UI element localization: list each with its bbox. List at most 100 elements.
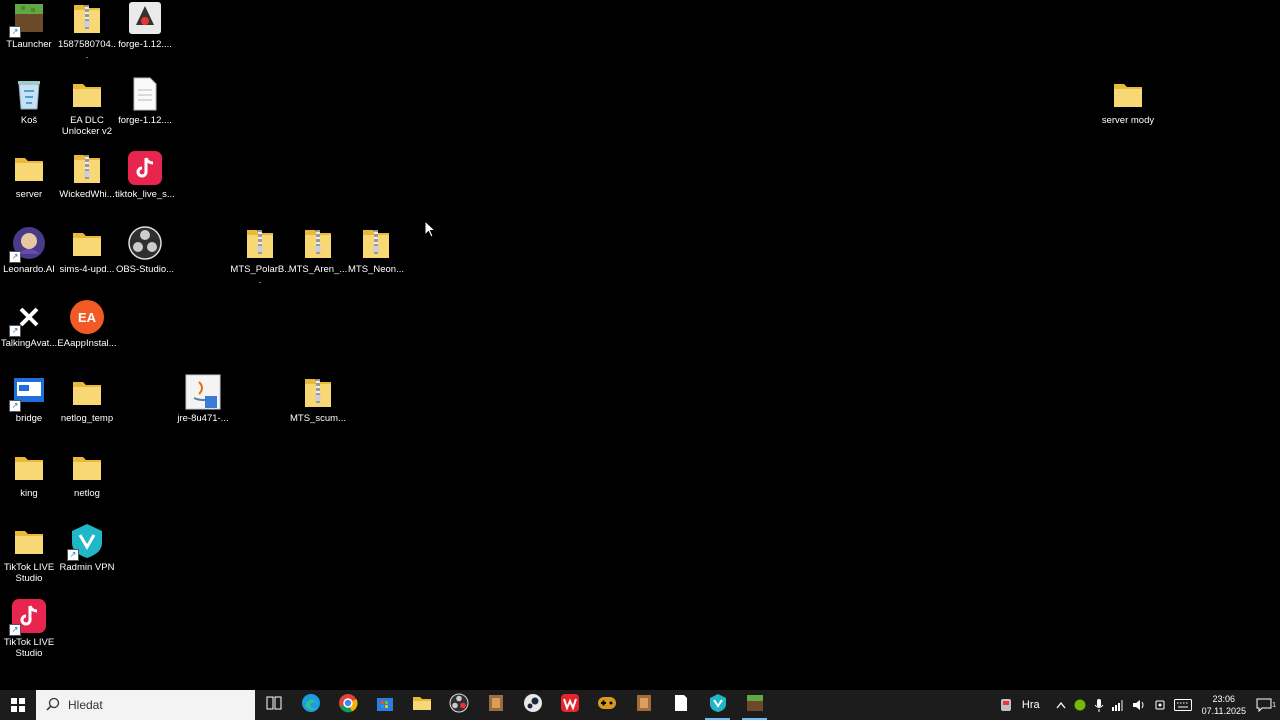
desktop-icon-label: netlog_temp bbox=[60, 413, 114, 424]
taskbar-search[interactable]: Hledat bbox=[36, 690, 255, 720]
game-bar-icon[interactable] bbox=[996, 698, 1016, 712]
taskbar-app[interactable] bbox=[625, 690, 662, 720]
desktop-icon[interactable]: EA EAappInstal... bbox=[57, 299, 117, 349]
network-icon[interactable] bbox=[1108, 699, 1128, 711]
folder-icon bbox=[69, 374, 105, 410]
desktop-icon[interactable]: TikTok LIVE Studio bbox=[0, 523, 58, 584]
folder-icon bbox=[1110, 76, 1146, 112]
desktop-icon-label: server mody bbox=[1101, 115, 1155, 126]
desktop-icon[interactable]: 1587580704... bbox=[58, 0, 116, 61]
desktop-icon[interactable]: netlog bbox=[58, 449, 116, 499]
taskbar-app[interactable] bbox=[514, 690, 551, 720]
taskbar-app[interactable] bbox=[440, 690, 477, 720]
desktop-icon[interactable]: MTS_Neon... bbox=[347, 225, 405, 275]
notification-center-icon[interactable]: 1 bbox=[1252, 698, 1280, 712]
battery-saver-icon[interactable] bbox=[1150, 699, 1170, 711]
desktop-icon-label: 1587580704... bbox=[57, 39, 117, 61]
system-tray: Hra 23:06 07.11.2025 1 bbox=[996, 690, 1280, 720]
folder-icon bbox=[11, 449, 47, 485]
taskbar-app[interactable] bbox=[292, 690, 329, 720]
taskbar-app[interactable] bbox=[329, 690, 366, 720]
zip-icon bbox=[242, 225, 278, 261]
desktop-icon[interactable]: sims-4-upd... bbox=[58, 225, 116, 275]
desktop-icon-label: Koš bbox=[20, 115, 38, 126]
desktop-icon[interactable]: netlog_temp bbox=[58, 374, 116, 424]
nvidia-icon[interactable] bbox=[1070, 699, 1090, 711]
desktop-icon-label: bridge bbox=[15, 413, 43, 424]
folder-icon bbox=[11, 523, 47, 559]
store-icon bbox=[376, 694, 394, 717]
desktop-icon-label: EA DLC Unlocker v2 bbox=[61, 115, 113, 137]
java-icon bbox=[127, 0, 163, 36]
microphone-icon[interactable] bbox=[1090, 698, 1108, 712]
keyboard-icon[interactable] bbox=[1170, 699, 1196, 711]
tiktok-icon bbox=[127, 150, 163, 186]
desktop-icon[interactable]: ↗ Radmin VPN bbox=[58, 523, 116, 573]
desktop-icon[interactable]: OBS-Studio... bbox=[116, 225, 174, 275]
desktop-icon[interactable]: jre-8u471-... bbox=[174, 374, 232, 424]
jre-icon bbox=[185, 374, 221, 410]
taskbar-app[interactable] bbox=[699, 690, 736, 720]
desktop-icon[interactable]: ↗ TalkingAvat... bbox=[0, 299, 58, 349]
desktop-icon[interactable]: MTS_Aren_... bbox=[289, 225, 347, 275]
desktop-icon[interactable]: ↗ TLauncher bbox=[0, 0, 58, 50]
taskbar-app[interactable] bbox=[588, 690, 625, 720]
desktop-icon-label: tiktok_live_s... bbox=[115, 189, 175, 200]
zip-icon bbox=[300, 225, 336, 261]
taskbar-app[interactable] bbox=[255, 690, 292, 720]
desktop-icon[interactable]: king bbox=[0, 449, 58, 499]
taskbar-app[interactable] bbox=[403, 690, 440, 720]
desktop-icon[interactable]: server bbox=[0, 150, 58, 200]
taskbar-app[interactable] bbox=[366, 690, 403, 720]
taskbar-app[interactable] bbox=[662, 690, 699, 720]
desktop-icon[interactable]: ↗ bridge bbox=[0, 374, 58, 424]
shortcut-arrow-icon: ↗ bbox=[67, 549, 79, 561]
desktop-icon-label: TalkingAvat... bbox=[0, 338, 58, 349]
radmin-icon bbox=[709, 693, 727, 718]
steam-icon bbox=[523, 693, 543, 718]
game-label[interactable]: Hra bbox=[1016, 699, 1052, 711]
desktop-icon-label: Leonardo.AI bbox=[3, 264, 55, 275]
taskbar-app[interactable] bbox=[736, 690, 773, 720]
desktop-icon-label: sims-4-upd... bbox=[59, 264, 115, 275]
taskbar-app[interactable] bbox=[551, 690, 588, 720]
desktop-icon[interactable]: forge-1.12.... bbox=[116, 0, 174, 50]
volume-icon[interactable] bbox=[1128, 699, 1150, 711]
desktop-icon-label: forge-1.12.... bbox=[118, 39, 172, 50]
clock[interactable]: 23:06 07.11.2025 bbox=[1196, 693, 1252, 717]
desktop-icon-label: OBS-Studio... bbox=[115, 264, 175, 275]
zip-icon bbox=[69, 0, 105, 36]
start-button[interactable] bbox=[0, 690, 36, 720]
file-explorer-icon bbox=[412, 695, 432, 716]
desktop-icon[interactable]: forge-1.12.... bbox=[116, 76, 174, 126]
chrome-icon bbox=[338, 693, 358, 718]
desktop-icon-label: TLauncher bbox=[6, 39, 52, 50]
game-icon bbox=[597, 696, 617, 715]
desktop-icon[interactable]: server mody bbox=[1099, 76, 1157, 126]
desktop-icon[interactable]: ↗ Leonardo.AI bbox=[0, 225, 58, 275]
desktop-icon[interactable]: MTS_scum... bbox=[289, 374, 347, 424]
obs-icon bbox=[449, 693, 469, 718]
taskbar-app[interactable] bbox=[477, 690, 514, 720]
shortcut-arrow-icon: ↗ bbox=[9, 624, 21, 636]
desktop-icon[interactable]: MTS_PolarB... bbox=[230, 225, 290, 286]
desktop-icon[interactable]: tiktok_live_s... bbox=[115, 150, 175, 200]
zip-icon bbox=[358, 225, 394, 261]
app-icon bbox=[487, 693, 505, 718]
desktop-icon-label: MTS_scum... bbox=[290, 413, 346, 424]
zip-icon bbox=[300, 374, 336, 410]
taskbar-apps bbox=[255, 690, 773, 720]
folder-icon bbox=[69, 76, 105, 112]
desktop-icon[interactable]: WickedWhi... bbox=[58, 150, 116, 200]
desktop-icon[interactable]: Koš bbox=[0, 76, 58, 126]
chevron-up-icon[interactable] bbox=[1052, 701, 1070, 709]
notification-count: 1 bbox=[1272, 702, 1276, 709]
edge-icon bbox=[301, 693, 321, 718]
desktop-icon[interactable]: ↗ TikTok LIVE Studio bbox=[0, 598, 58, 659]
notepad-icon bbox=[674, 694, 688, 717]
file-icon bbox=[127, 76, 163, 112]
desktop-icon-label: king bbox=[20, 488, 38, 499]
task-view-icon bbox=[266, 696, 282, 715]
desktop-icon[interactable]: EA DLC Unlocker v2 bbox=[58, 76, 116, 137]
search-placeholder: Hledat bbox=[68, 698, 103, 712]
